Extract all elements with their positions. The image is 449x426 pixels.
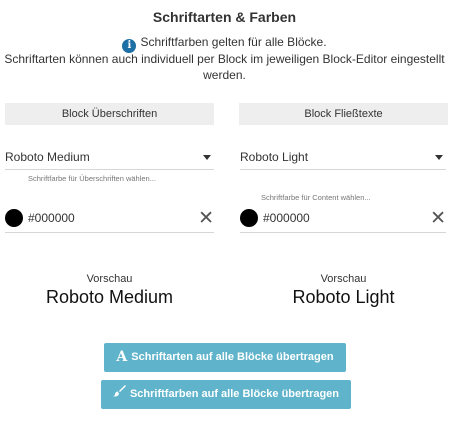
close-icon[interactable]: ✕ (430, 206, 446, 230)
headings-preview-label: Vorschau (86, 273, 133, 285)
apply-colors-label: Schriftfarben auf alle Blöcke übertragen (129, 388, 340, 400)
body-font-select[interactable]: Roboto Light (240, 147, 446, 170)
caret-down-icon (435, 155, 443, 160)
font-icon: A (116, 349, 128, 365)
body-preview-label: Vorschau (320, 273, 367, 285)
headings-preview-text: Roboto Medium (45, 287, 174, 307)
apply-fonts-button[interactable]: A Schriftarten auf alle Blöcke übertragen (104, 343, 346, 372)
section-title: Schriftarten & Farben (152, 9, 297, 25)
color-swatch[interactable] (5, 209, 23, 227)
body-preview-text: Roboto Light (292, 287, 395, 307)
color-swatch[interactable] (240, 209, 258, 227)
body-color-value: #000000 (263, 211, 310, 225)
close-icon[interactable]: ✕ (198, 206, 214, 230)
caret-down-icon (203, 155, 211, 160)
apply-colors-button[interactable]: Schriftfarben auf alle Blöcke übertragen (101, 380, 351, 409)
body-color-field[interactable]: #000000 ✕ (240, 206, 446, 233)
headings-color-hint: Schriftfarbe für Überschriften wählen... (28, 174, 156, 183)
paintbrush-icon (112, 380, 126, 409)
headings-color-field[interactable]: #000000 ✕ (5, 206, 214, 233)
headings-color-value: #000000 (28, 211, 75, 225)
apply-fonts-label: Schriftarten auf alle Blöcke übertragen (131, 351, 334, 363)
headings-font-value: Roboto Medium (5, 150, 90, 164)
headings-font-select[interactable]: Roboto Medium (5, 147, 214, 170)
info-subtext: Schriftarten können auch individuell per… (4, 52, 445, 82)
body-column-header: Block Fließtexte (239, 103, 448, 125)
headings-column-header: Block Überschriften (5, 103, 214, 125)
info-text: Schriftfarben gelten für alle Blöcke. (140, 35, 327, 49)
body-font-value: Roboto Light (240, 150, 309, 164)
body-color-hint: Schriftfarbe für Content wählen... (261, 193, 371, 202)
